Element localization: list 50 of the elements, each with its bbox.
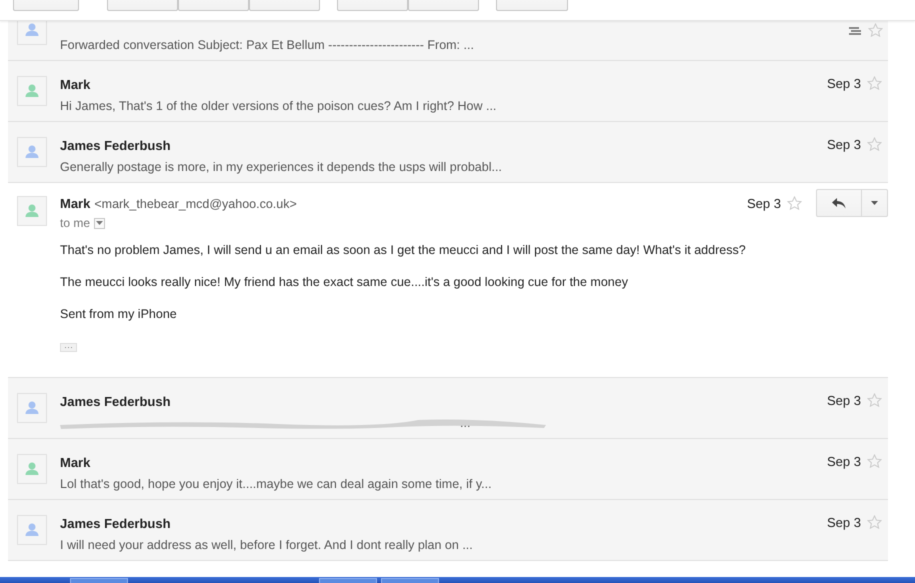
toolbar-button[interactable] [13, 0, 79, 11]
message-text: Sent from my iPhone [60, 306, 177, 322]
toolbar-button[interactable] [408, 0, 479, 11]
sender-name: James Federbush [60, 138, 171, 154]
star-icon[interactable] [867, 76, 882, 91]
message-snippet: Lol that's good, hope you enjoy it....maybe we can deal again some time, if y... [60, 476, 492, 492]
message-date: Sep 3 [827, 76, 861, 92]
recipient-label: to me [60, 216, 90, 230]
reply-icon [832, 198, 846, 208]
details-dropdown[interactable] [94, 218, 106, 228]
message-snippet: Hi James, That's 1 of the older versions of the poison cues? Am I right? How ... [60, 98, 496, 114]
caret-icon [871, 201, 878, 205]
sender-name: Mark [60, 77, 90, 93]
message-text: That's no problem James, I will send u an email as soon as I get the meucci and I will post the same day! What's it address? [60, 242, 746, 258]
avatar-icon [17, 454, 47, 484]
message-date: Sep 3 [827, 137, 861, 153]
message-snippet: Generally postage is more, in my experiences it depends the usps will probabl... [60, 159, 502, 175]
star-icon[interactable] [867, 515, 882, 530]
message-date: Sep 3 [827, 393, 861, 409]
avatar-icon [17, 76, 47, 106]
reply-button[interactable] [816, 189, 862, 217]
avatar-icon [17, 137, 47, 167]
message-snippet: Forwarded conversation Subject: Pax Et Bellum ----------------------- From: ... [60, 37, 474, 53]
sender-email: <mark_thebear_mcd@yahoo.co.uk> [94, 197, 297, 211]
sender-name: James Federbush [60, 394, 171, 410]
message-date: Sep 3 [827, 515, 861, 531]
caret-icon [96, 221, 104, 225]
toolbar-button[interactable] [496, 0, 568, 11]
toolbar-button[interactable] [178, 0, 249, 11]
toolbar-button[interactable] [337, 0, 408, 11]
message-date: Sep 3 [747, 196, 781, 212]
avatar-icon [17, 515, 47, 545]
toolbar-button[interactable] [107, 0, 178, 11]
star-icon[interactable] [868, 23, 883, 38]
message-text: The meucci looks really nice! My friend has the exact same cue....it's a good looking cue for the money [60, 274, 628, 290]
avatar-icon [17, 196, 47, 226]
star-icon[interactable] [787, 196, 802, 211]
toolbar-button[interactable] [249, 0, 320, 11]
star-icon[interactable] [867, 137, 882, 152]
sender-name: Mark [60, 455, 90, 471]
star-icon[interactable] [867, 454, 882, 469]
star-icon[interactable] [867, 393, 882, 408]
avatar-icon [17, 393, 47, 423]
message-snippet: I will need your address as well, before I forget. And I dont really plan on ... [60, 537, 473, 553]
more-options-button[interactable] [862, 189, 888, 217]
show-trimmed-button[interactable]: ··· [60, 343, 77, 352]
sender-name: Mark [60, 196, 90, 212]
message-date: Sep 3 [827, 454, 861, 470]
message-snippet: ... [60, 415, 470, 431]
sender-name: James Federbush [60, 516, 171, 532]
